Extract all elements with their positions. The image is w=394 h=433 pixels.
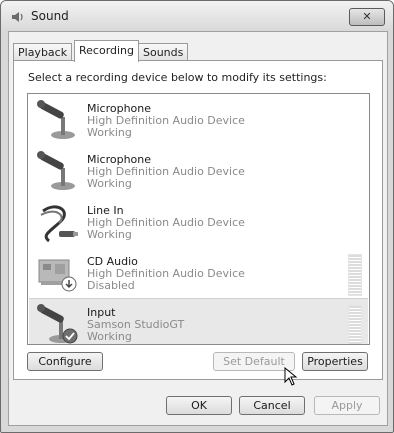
set-default-button[interactable]: Set Default (213, 352, 295, 371)
device-status: Working (87, 126, 132, 139)
list-item[interactable]: Input Samson StudioGT Working (29, 298, 368, 344)
level-meter (348, 305, 362, 344)
list-item[interactable]: CD Audio High Definition Audio Device Di… (29, 248, 368, 298)
dialog-body: Playback Recording Sounds Select a recor… (8, 31, 388, 426)
sound-dialog: Sound ✕ Playback Recording Sounds Select… (0, 0, 394, 433)
tab-recording[interactable]: Recording (74, 40, 140, 62)
microphone-default-check-icon (37, 304, 78, 344)
window-title: Sound (31, 9, 69, 23)
speaker-icon (12, 12, 23, 22)
tab-sounds[interactable]: Sounds (138, 43, 189, 61)
device-list[interactable]: Microphone High Definition Audio Device … (27, 93, 370, 345)
level-meter (348, 254, 362, 296)
list-item[interactable]: Microphone High Definition Audio Device … (29, 146, 368, 196)
configure-button[interactable]: Configure (27, 352, 103, 371)
title-bar: Sound ✕ (1, 1, 393, 31)
device-status: Working (87, 228, 132, 241)
device-status: Disabled (87, 279, 135, 292)
list-item[interactable]: Line In High Definition Audio Device Wor… (29, 197, 368, 247)
device-status: Working (87, 330, 132, 343)
properties-button[interactable]: Properties (302, 352, 368, 371)
instruction-text: Select a recording device below to modif… (28, 71, 327, 84)
microphone-icon (37, 151, 75, 190)
list-item[interactable]: Microphone High Definition Audio Device … (29, 95, 368, 145)
close-button[interactable]: ✕ (349, 8, 385, 26)
cancel-button[interactable]: Cancel (239, 396, 305, 415)
apply-button[interactable]: Apply (314, 396, 380, 415)
ok-button[interactable]: OK (166, 396, 232, 415)
device-status: Working (87, 177, 132, 190)
mouse-cursor-icon (284, 367, 298, 386)
audio-cable-icon (40, 205, 78, 243)
sound-card-disabled-icon (38, 259, 77, 292)
recording-panel: Select a recording device below to modif… (13, 60, 383, 380)
tab-playback[interactable]: Playback (13, 43, 73, 61)
microphone-icon (37, 100, 75, 139)
